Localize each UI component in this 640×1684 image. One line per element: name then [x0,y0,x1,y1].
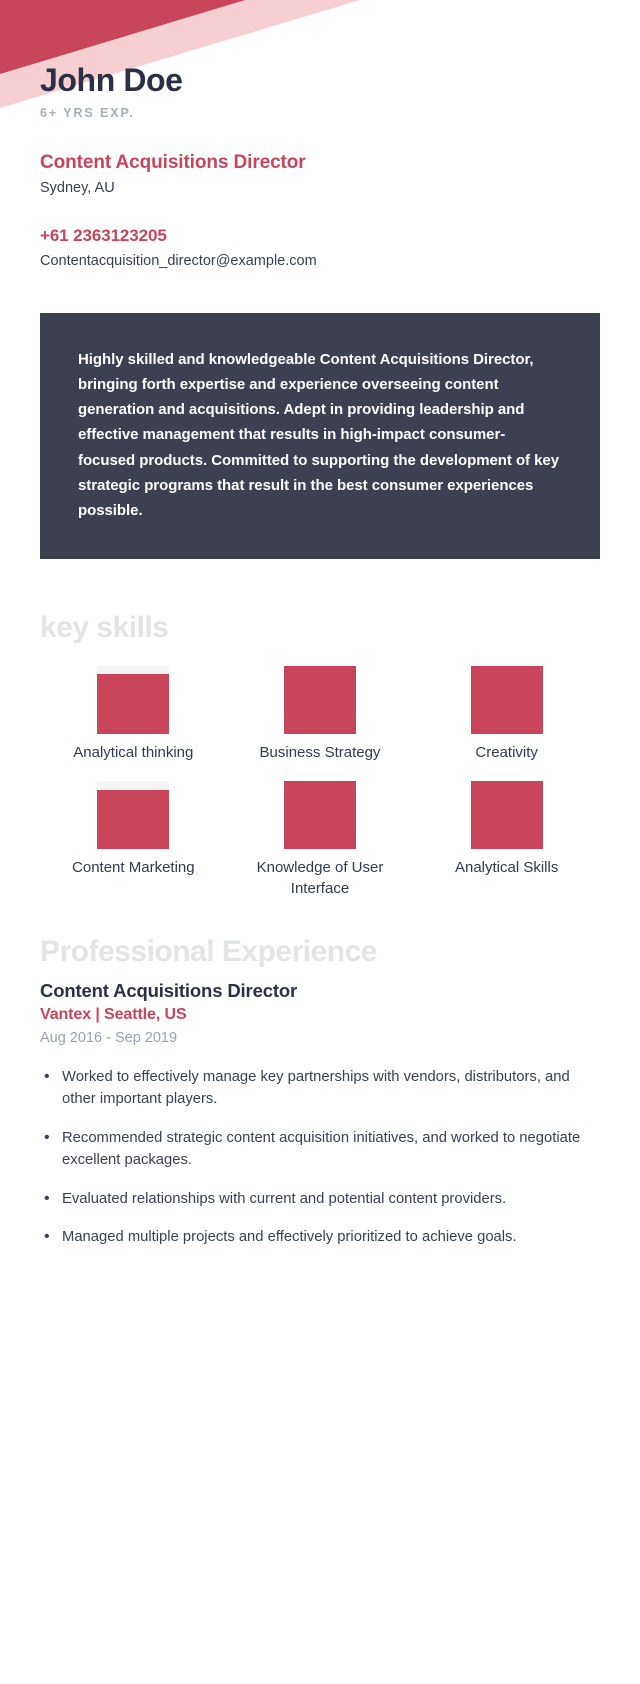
skill-level-fill [97,789,170,850]
skill-label: Knowledge of User Interface [256,859,384,897]
skill-level-fill [283,781,356,850]
skill-item: Business Strategy [227,666,414,763]
job-responsibility-item: Managed multiple projects and effectivel… [40,1225,600,1250]
skill-level-track [470,666,543,735]
skill-level-track [470,781,543,850]
skill-label: Analytical Skills [454,859,559,877]
headline-role-title: Content Acquisitions Director [40,151,306,173]
skill-item: Knowledge of User Interface [227,781,414,899]
candidate-location: Sydney, AU [40,179,115,196]
experience-list: Content Acquisitions Director Vantex | Se… [40,979,600,1250]
job-responsibility-item: Recommended strategic content acquisitio… [40,1126,600,1172]
job-responsibility-list: Worked to effectively manage key partner… [40,1065,600,1250]
skill-level-track [97,666,170,735]
skill-level-fill [283,666,356,735]
skill-label: Business Strategy [259,744,381,762]
skill-level-fill [97,674,170,735]
job-company-location: Vantex | Seattle, US [40,1005,187,1023]
contact-email[interactable]: Contentacquisition_director@example.com [40,253,600,269]
skill-item: Creativity [413,666,600,763]
candidate-name: John Doe [40,62,183,98]
skill-label: Analytical thinking [73,744,194,762]
role-block: Content Acquisitions Director Sydney, AU [40,152,600,196]
professional-experience-section: Professional Experience Content Acquisit… [40,934,600,1250]
skill-level-track [283,781,356,850]
key-skills-grid: Analytical thinking Business Strategy Crea… [40,666,600,899]
job-responsibility-item: Evaluated relationships with current and… [40,1187,600,1212]
contact-block: +61 2363123205 Contentacquisition_direct… [40,226,600,269]
skill-level-fill [470,666,543,735]
resume-page: John Doe 6+ YRS EXP. Content Acquisition… [0,0,640,1250]
skill-level-track [97,781,170,850]
skill-label: Content Marketing [72,859,195,877]
skill-item: Analytical thinking [40,666,227,763]
key-skills-heading: key skills [40,611,169,645]
professional-experience-heading: Professional Experience [40,934,378,968]
job-title: Content Acquisitions Director [40,979,298,1001]
skill-item: Analytical Skills [413,781,600,899]
contact-phone[interactable]: +61 2363123205 [40,226,600,246]
job-responsibility-item: Worked to effectively manage key partner… [40,1065,600,1111]
skill-level-track [283,666,356,735]
job-date-range: Aug 2016 - Sep 2019 [40,1029,178,1046]
years-experience-label: 6+ YRS EXP. [40,105,135,120]
professional-summary-panel: Highly skilled and knowledgeable Content… [40,312,600,560]
skill-level-fill [470,781,543,850]
professional-summary-text: Highly skilled and knowledgeable Content… [78,350,559,519]
key-skills-section: key skills Analytical thinking Business S… [40,611,600,899]
skill-label: Creativity [475,744,538,762]
skill-item: Content Marketing [40,781,227,899]
experience-entry: Content Acquisitions Director Vantex | Se… [40,979,600,1250]
resume-header: John Doe 6+ YRS EXP. Content Acquisition… [40,0,600,269]
